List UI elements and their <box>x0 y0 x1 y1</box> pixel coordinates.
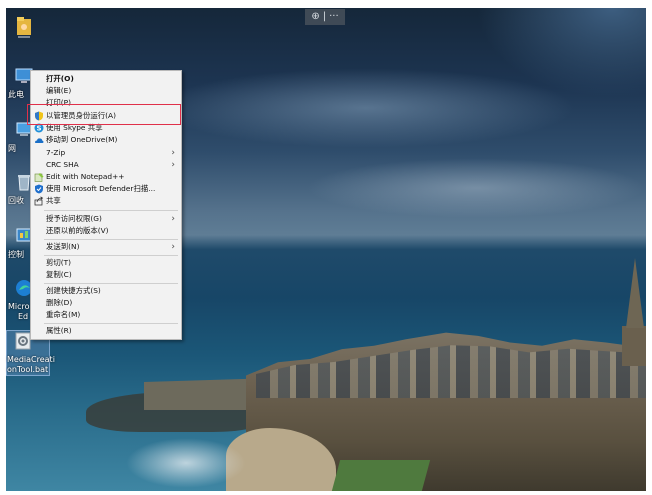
menu-separator <box>44 323 178 324</box>
menu-item-label: 删除(D) <box>46 298 73 307</box>
menu-item-properties[interactable]: 属性(R) <box>31 325 181 337</box>
menu-item-grant-access[interactable]: 授予访问权限(G) › <box>31 213 181 225</box>
svg-text:S: S <box>36 125 41 133</box>
icon-label: MediaCreati <box>7 355 55 364</box>
more-icon[interactable]: ··· <box>329 9 339 25</box>
menu-item-label: CRC SHA <box>46 160 79 169</box>
image-viewer-toolbar[interactable]: ⊕ | ··· <box>305 9 345 25</box>
defender-shield-icon <box>35 184 43 194</box>
menu-item-label: 发送到(N) <box>46 242 80 251</box>
menu-item-defender-scan[interactable]: 使用 Microsoft Defender扫描... <box>31 183 181 195</box>
menu-item-edit[interactable]: 编辑(E) <box>31 85 181 97</box>
submenu-arrow-icon: › <box>171 242 175 252</box>
share-icon <box>34 196 44 206</box>
menu-item-label: 共享 <box>46 196 61 205</box>
menu-item-label: 剪切(T) <box>46 258 72 267</box>
grass-field <box>331 460 431 491</box>
menu-item-label: 重命名(M) <box>46 310 81 319</box>
icon-label: onTool.bat <box>7 365 49 374</box>
menu-item-rename[interactable]: 重命名(M) <box>31 309 181 321</box>
menu-item-edit-notepadpp[interactable]: Edit with Notepad++ <box>31 171 181 183</box>
submenu-arrow-icon: › <box>171 160 175 170</box>
menu-item-label: Edit with Notepad++ <box>46 172 125 181</box>
highlight-box <box>27 104 181 125</box>
menu-item-label: 打开(O) <box>46 74 74 83</box>
menu-item-crc-sha[interactable]: CRC SHA › <box>31 159 181 171</box>
menu-item-open[interactable]: 打开(O) <box>31 73 181 85</box>
cloud <box>306 158 646 218</box>
church-spire <box>626 258 644 328</box>
menu-item-label: 编辑(E) <box>46 86 72 95</box>
menu-item-share[interactable]: 共享 <box>31 195 181 207</box>
menu-item-label: 创建快捷方式(S) <box>46 286 101 295</box>
submenu-arrow-icon: › <box>171 214 175 224</box>
submenu-arrow-icon: › <box>171 148 175 158</box>
church-tower <box>622 326 646 366</box>
desktop-icon-user-folder[interactable] <box>8 14 54 44</box>
menu-item-restore-previous[interactable]: 还原以前的版本(V) <box>31 225 181 237</box>
menu-item-label: 属性(R) <box>46 326 72 335</box>
menu-separator <box>44 283 178 284</box>
menu-item-label: 移动到 OneDrive(M) <box>46 135 118 144</box>
notepadpp-icon <box>34 173 44 182</box>
menu-separator <box>44 255 178 256</box>
menu-separator <box>44 239 178 240</box>
menu-separator <box>44 210 178 211</box>
menu-item-label: 还原以前的版本(V) <box>46 226 109 235</box>
menu-item-copy[interactable]: 复制(C) <box>31 269 181 281</box>
menu-item-label: 复制(C) <box>46 270 72 279</box>
menu-item-create-shortcut[interactable]: 创建快捷方式(S) <box>31 285 181 297</box>
user-folder-icon <box>17 17 31 38</box>
zoom-icon[interactable]: ⊕ <box>311 9 319 25</box>
menu-item-send-to[interactable]: 发送到(N) › <box>31 241 181 253</box>
menu-item-cut[interactable]: 剪切(T) <box>31 257 181 269</box>
menu-item-7zip[interactable]: 7-Zip › <box>31 147 181 159</box>
menu-item-label: 使用 Microsoft Defender扫描... <box>46 184 156 193</box>
menu-item-label: 7-Zip <box>46 148 66 157</box>
toolbar-divider: | <box>322 11 327 22</box>
menu-item-label: 授予访问权限(G) <box>46 214 102 223</box>
cloud <box>156 68 576 148</box>
onedrive-cloud-icon <box>35 138 44 143</box>
menu-item-delete[interactable]: 删除(D) <box>31 297 181 309</box>
sea-foam <box>126 438 246 488</box>
menu-item-move-to-onedrive[interactable]: 移动到 OneDrive(M) <box>31 134 181 146</box>
